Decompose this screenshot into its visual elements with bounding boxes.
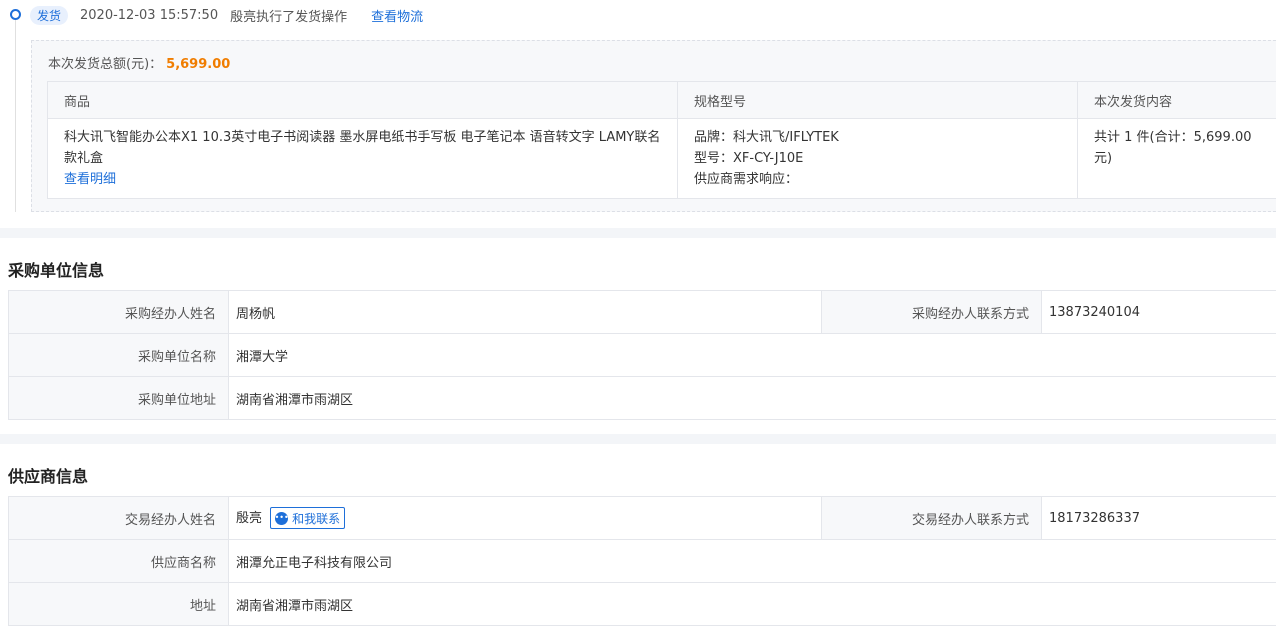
buyer-contact-value: 13873240104 — [1041, 290, 1276, 334]
spec-response: 供应商需求响应： — [694, 172, 799, 187]
buyer-address-label: 采购单位地址 — [8, 376, 229, 420]
page: 发货 2020-12-03 15:57:50 殷亮执行了发货操作 查看物流 本次… — [0, 0, 1276, 632]
shipment-total: 本次发货总额(元)： 5,699.00 — [48, 53, 230, 72]
supplier-name-value: 湘潭允正电子科技有限公司 — [228, 539, 1276, 583]
supplier-contact-label: 交易经办人联系方式 — [821, 496, 1042, 540]
shipment-box: 本次发货总额(元)： 5,699.00 商品 规格型号 本次发货内容 科大讯飞智能… — [31, 40, 1276, 212]
buyer-unit-label: 采购单位名称 — [8, 333, 229, 377]
spec-model: 型号：XF-CY-J10E — [694, 151, 804, 166]
content-cell: 共计 1 件(合计：5,699.00元) — [1077, 118, 1276, 199]
header-spec: 规格型号 — [677, 81, 1078, 119]
supplier-contact-value: 18173286337 — [1041, 496, 1276, 540]
table-row: 交易经办人姓名 殷亮 ••• 和我联系 交易经办人联系方式 1817328633… — [8, 496, 1276, 540]
supplier-agent-label: 交易经办人姓名 — [8, 496, 229, 540]
timeline-action: 殷亮执行了发货操作 — [230, 9, 348, 25]
supplier-agent-cell: 殷亮 ••• 和我联系 — [228, 496, 822, 540]
buyer-info-table: 采购经办人姓名 周杨帆 采购经办人联系方式 13873240104 采购单位名称… — [8, 290, 1276, 420]
product-cell: 科大讯飞智能办公本X1 10.3英寸电子书阅读器 墨水屏电纸书手写板 电子笔记本… — [47, 118, 678, 199]
goods-table-header: 商品 规格型号 本次发货内容 — [47, 81, 1276, 119]
contact-me-button[interactable]: ••• 和我联系 — [270, 507, 346, 530]
timeline-line — [15, 20, 16, 212]
goods-table: 商品 规格型号 本次发货内容 科大讯飞智能办公本X1 10.3英寸电子书阅读器 … — [47, 81, 1276, 199]
supplier-address-label: 地址 — [8, 582, 229, 626]
section-divider — [0, 434, 1276, 444]
table-row: 地址 湖南省湘潭市雨湖区 — [8, 582, 1276, 626]
chat-icon: ••• — [275, 511, 289, 525]
contact-me-label: 和我联系 — [292, 511, 341, 526]
supplier-section-title: 供应商信息 — [8, 467, 89, 486]
spec-brand: 品牌：科大讯飞/IFLYTEK — [694, 130, 839, 145]
timeline-header: 发货 2020-12-03 15:57:50 殷亮执行了发货操作 查看物流 — [30, 5, 423, 25]
shipment-total-label: 本次发货总额(元)： — [48, 57, 163, 72]
table-row: 供应商名称 湘潭允正电子科技有限公司 — [8, 539, 1276, 583]
supplier-agent-value: 殷亮 — [236, 510, 263, 526]
buyer-agent-label: 采购经办人姓名 — [8, 290, 229, 334]
spec-cell: 品牌：科大讯飞/IFLYTEK 型号：XF-CY-J10E 供应商需求响应： — [677, 118, 1078, 199]
supplier-info-table: 交易经办人姓名 殷亮 ••• 和我联系 交易经办人联系方式 1817328633… — [8, 496, 1276, 626]
supplier-name-label: 供应商名称 — [8, 539, 229, 583]
table-row: 科大讯飞智能办公本X1 10.3英寸电子书阅读器 墨水屏电纸书手写板 电子笔记本… — [47, 118, 1276, 199]
buyer-address-value: 湖南省湘潭市雨湖区 — [228, 376, 1276, 420]
table-row: 采购单位名称 湘潭大学 — [8, 333, 1276, 377]
buyer-agent-value: 周杨帆 — [228, 290, 822, 334]
buyer-unit-value: 湘潭大学 — [228, 333, 1276, 377]
status-badge: 发货 — [30, 5, 69, 25]
view-detail-link[interactable]: 查看明细 — [64, 169, 661, 190]
timeline-dot-icon — [10, 9, 21, 20]
supplier-address-value: 湖南省湘潭市雨湖区 — [228, 582, 1276, 626]
header-product: 商品 — [47, 81, 678, 119]
timeline-time: 2020-12-03 15:57:50 — [80, 7, 219, 23]
product-name: 科大讯飞智能办公本X1 10.3英寸电子书阅读器 墨水屏电纸书手写板 电子笔记本… — [64, 130, 661, 166]
header-content: 本次发货内容 — [1077, 81, 1276, 119]
table-row: 采购经办人姓名 周杨帆 采购经办人联系方式 13873240104 — [8, 290, 1276, 334]
buyer-contact-label: 采购经办人联系方式 — [821, 290, 1042, 334]
shipment-total-amount: 5,699.00 — [166, 57, 231, 72]
view-logistics-link[interactable]: 查看物流 — [371, 6, 423, 25]
section-divider — [0, 228, 1276, 238]
buyer-section-title: 采购单位信息 — [8, 261, 105, 280]
table-row: 采购单位地址 湖南省湘潭市雨湖区 — [8, 376, 1276, 420]
